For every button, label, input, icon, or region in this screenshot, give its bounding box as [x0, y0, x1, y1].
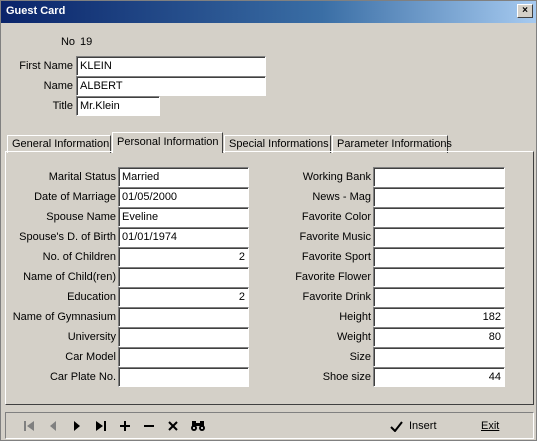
- favorite-music-field[interactable]: [373, 227, 505, 247]
- shoe-size-field[interactable]: 44: [373, 367, 505, 387]
- cancel-edit-button[interactable]: [162, 416, 184, 436]
- favorite-sport-label: Favorite Sport: [301, 251, 371, 263]
- checkmark-icon: [390, 420, 403, 432]
- working-bank-label: Working Bank: [302, 171, 371, 183]
- no-label: No: [60, 36, 75, 48]
- prior-record-icon: [50, 421, 56, 431]
- size-label: Size: [349, 351, 371, 363]
- last-record-button[interactable]: [90, 416, 112, 436]
- close-icon: ×: [522, 5, 528, 16]
- no-of-children-label: No. of Children: [42, 251, 116, 263]
- tab-label: Personal Information: [117, 136, 219, 148]
- favorite-flower-field[interactable]: [373, 267, 505, 287]
- favorite-drink-field[interactable]: [373, 287, 505, 307]
- title-bar: Guest Card ×: [1, 1, 536, 23]
- favorite-flower-label: Favorite Flower: [295, 271, 371, 283]
- name-label: Name: [43, 80, 73, 92]
- cancel-icon: [168, 421, 178, 431]
- next-record-icon: [74, 421, 80, 431]
- car-model-label: Car Model: [65, 351, 116, 363]
- search-button[interactable]: [187, 416, 209, 436]
- favorite-color-field[interactable]: [373, 207, 505, 227]
- date-of-marriage-label: Date of Marriage: [34, 191, 116, 203]
- first-record-button[interactable]: [18, 416, 40, 436]
- record-toolbar: Insert Exit: [5, 412, 534, 439]
- spouse-s-d-of-birth-label: Spouse's D. of Birth: [19, 231, 116, 243]
- first-name-label: First Name: [19, 60, 73, 72]
- name-of-gymnasium-label: Name of Gymnasium: [12, 311, 116, 323]
- first-record-icon: [24, 421, 34, 431]
- last-record-icon: [96, 421, 106, 431]
- exit-button-label: Exit: [481, 420, 500, 432]
- weight-field[interactable]: 80: [373, 327, 505, 347]
- spouse-name-label: Spouse Name: [46, 211, 116, 223]
- first-name-field[interactable]: KLEIN: [76, 56, 266, 76]
- height-label: Height: [339, 311, 371, 323]
- marital-status-label: Marital Status: [48, 171, 116, 183]
- next-record-button[interactable]: [66, 416, 88, 436]
- favorite-music-label: Favorite Music: [299, 231, 371, 243]
- title-field[interactable]: Mr.Klein: [76, 96, 160, 116]
- favorite-color-label: Favorite Color: [301, 211, 371, 223]
- working-bank-field[interactable]: [373, 167, 505, 187]
- exit-button[interactable]: Exit: [475, 416, 505, 436]
- no-value: 19: [80, 36, 93, 48]
- tab-label: General Information: [12, 138, 110, 150]
- title-label: Title: [52, 100, 73, 112]
- window-title: Guest Card: [6, 5, 66, 17]
- binoculars-icon: [191, 421, 205, 431]
- insert-record-button[interactable]: [114, 416, 136, 436]
- guest-card-window: Guest Card × No 19 First Name KLEIN Name…: [0, 0, 537, 441]
- shoe-size-label: Shoe size: [322, 371, 371, 383]
- height-field[interactable]: 182: [373, 307, 505, 327]
- university-label: University: [67, 331, 116, 343]
- delete-record-button[interactable]: [138, 416, 160, 436]
- name-field[interactable]: ALBERT: [76, 76, 266, 96]
- favorite-drink-label: Favorite Drink: [302, 291, 371, 303]
- size-field[interactable]: [373, 347, 505, 367]
- news-mag-label: News - Mag: [312, 191, 371, 203]
- tab-label: Parameter Informations: [337, 138, 452, 150]
- insert-button-label: Insert: [409, 420, 437, 432]
- insert-button[interactable]: Insert: [384, 416, 443, 436]
- name-of-child-ren-label: Name of Child(ren): [23, 271, 116, 283]
- weight-label: Weight: [336, 331, 371, 343]
- car-plate-no-label: Car Plate No.: [49, 371, 116, 383]
- close-button[interactable]: ×: [517, 4, 533, 18]
- prior-record-button[interactable]: [42, 416, 64, 436]
- tab-label: Special Informations: [229, 138, 329, 150]
- news-mag-field[interactable]: [373, 187, 505, 207]
- minus-icon: [144, 425, 154, 427]
- education-label: Education: [67, 291, 116, 303]
- plus-icon: [120, 421, 130, 431]
- favorite-sport-field[interactable]: [373, 247, 505, 267]
- tab-personal-information[interactable]: Personal Information: [112, 132, 223, 153]
